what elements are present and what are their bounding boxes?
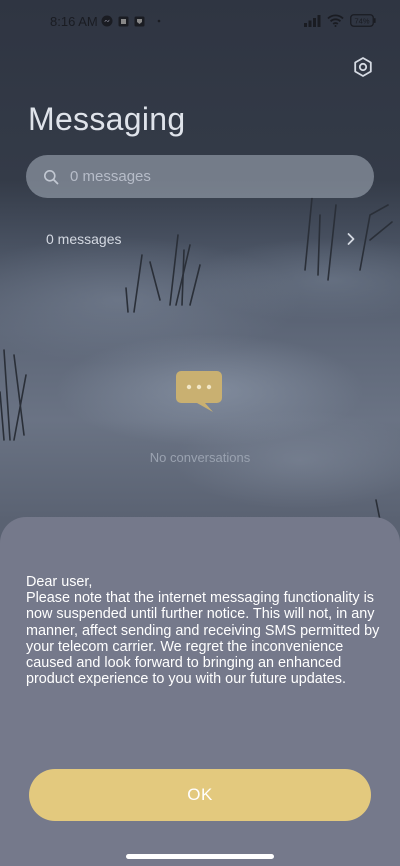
status-bar: 8:16 AM 74% (0, 0, 400, 44)
system-icons: 74% (304, 14, 376, 27)
dialog-body: Please note that the internet messaging … (26, 590, 380, 688)
settings-button[interactable] (351, 55, 375, 79)
messenger-icon (101, 15, 113, 27)
battery-level: 74% (354, 17, 369, 26)
page-title: Messaging (28, 101, 186, 137)
status-time: 8:16 AM (50, 14, 98, 29)
home-indicator[interactable] (126, 854, 274, 859)
empty-state: No conversations (0, 370, 400, 465)
app-icon (134, 16, 145, 26)
suspension-notice-dialog: Dear user, Please note that the internet… (0, 517, 400, 866)
messages-row-label: 0 messages (46, 231, 122, 247)
signal-icon (304, 14, 321, 27)
search-icon (41, 167, 61, 187)
dialog-greeting: Dear user, (26, 574, 93, 590)
messaging-screen: 8:16 AM 74% Messaging 0 messages 0 messa… (0, 0, 400, 866)
empty-state-text: No conversations (149, 450, 251, 465)
battery-icon: 74% (350, 14, 376, 27)
wifi-icon (327, 14, 344, 27)
dialog-message: Dear user, Please note that the internet… (26, 574, 386, 687)
chat-bubble-icon (176, 371, 222, 412)
gear-icon (354, 57, 372, 77)
search-bar[interactable] (26, 155, 374, 198)
ok-button[interactable]: OK (29, 769, 371, 821)
search-input[interactable] (70, 168, 350, 185)
messages-row[interactable]: 0 messages (26, 220, 356, 258)
notification-icons (101, 15, 162, 27)
app-icon (118, 16, 129, 26)
dot-icon (157, 19, 161, 23)
chevron-right-icon (347, 233, 355, 245)
